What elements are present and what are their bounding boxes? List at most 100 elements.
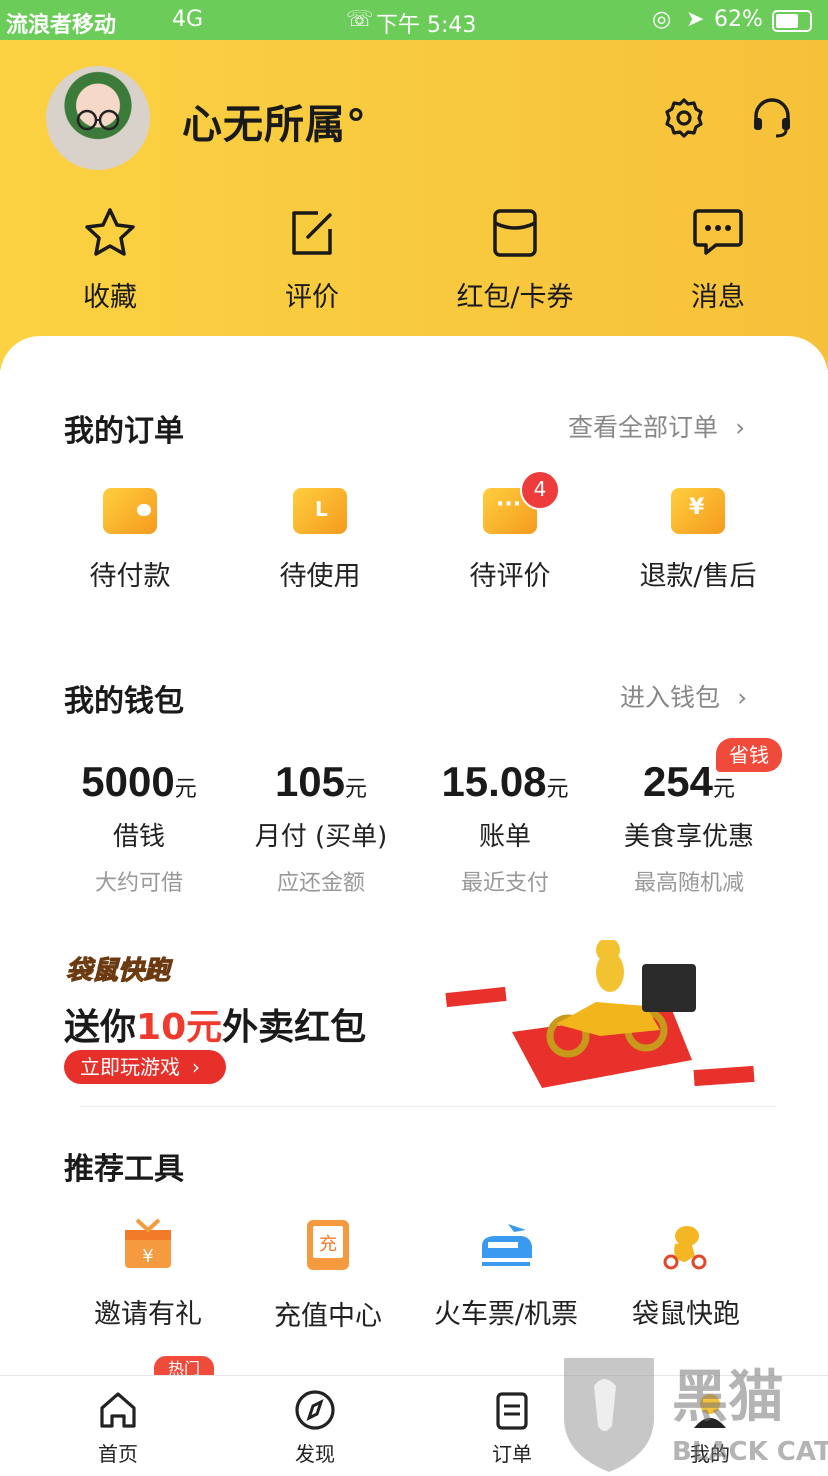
chevron-right-icon: › — [735, 413, 746, 442]
recharge-icon: 充 — [307, 1220, 349, 1270]
banner-headline: 送你10元外卖红包 — [64, 998, 366, 1050]
divider — [80, 1106, 776, 1107]
kangaroo-icon — [663, 1226, 707, 1270]
svg-text:BLACK CAT: BLACK CAT — [672, 1437, 828, 1467]
wallet-item-borrow[interactable]: 5000元 借钱 大约可借 — [54, 758, 224, 897]
order-pending-payment[interactable]: 待付款 — [50, 488, 210, 593]
wallet-amount: 105 — [274, 758, 346, 805]
tab-discover[interactable]: 发现 — [255, 1388, 375, 1467]
order-to-review[interactable]: ··· 待评价 — [430, 488, 590, 593]
quick-action-label: 红包/卡券 — [456, 282, 574, 313]
order-label: 退款/售后 — [639, 561, 757, 592]
banner-headline-prefix: 送你 — [64, 1007, 137, 1048]
svg-text:充: 充 — [319, 1234, 337, 1255]
battery-icon — [772, 10, 812, 32]
wallet-icon — [103, 488, 157, 534]
tools-title: 推荐工具 — [64, 1152, 184, 1187]
wallet-amount: 254 — [642, 758, 714, 805]
quick-action-favorites[interactable]: 收藏 — [40, 205, 180, 314]
tool-label: 袋鼠快跑 — [632, 1299, 740, 1330]
banner-headline-amount: 10元 — [136, 1007, 223, 1048]
wallet-label: 月付 (买单) — [254, 822, 388, 852]
chevron-right-icon: › — [737, 683, 748, 712]
wallet-sublabel: 应还金额 — [276, 871, 365, 896]
customer-service-button[interactable] — [750, 96, 794, 144]
wallet-item-food-discount[interactable]: 254元 美食享优惠 最高随机减 — [604, 758, 774, 897]
tool-invite[interactable]: ¥ 邀请有礼 — [58, 1218, 238, 1331]
tab-label: 订单 — [492, 1442, 532, 1466]
order-label: 待使用 — [279, 561, 361, 592]
tool-train-flight[interactable]: 火车票/机票 — [416, 1218, 596, 1331]
wallet-amount: 5000 — [81, 758, 175, 805]
wallet-label: 账单 — [478, 822, 531, 852]
save-money-badge: 省钱 — [716, 738, 782, 772]
tab-orders[interactable]: 订单 — [452, 1388, 572, 1467]
tab-label: 发现 — [295, 1442, 335, 1466]
orders-icon — [496, 1392, 528, 1430]
order-refund[interactable]: ¥ 退款/售后 — [618, 488, 778, 593]
gift-icon: ¥ — [125, 1218, 171, 1268]
quick-action-label: 评价 — [285, 282, 339, 313]
cat-shield-logo: 黑猫 BLACK CAT — [564, 1358, 828, 1472]
quick-action-label: 收藏 — [83, 282, 137, 313]
wallet-sublabel: 最高随机减 — [633, 871, 744, 896]
wallet-amount: 15.08 — [441, 758, 547, 805]
black-cat-watermark: 黑猫 BLACK CAT — [560, 1356, 828, 1472]
order-label: 待评价 — [469, 561, 551, 592]
wallet-label: 美食享优惠 — [623, 822, 754, 852]
headset-icon — [754, 98, 790, 138]
gear-icon — [665, 98, 703, 138]
currency-unit: 元 — [546, 776, 569, 801]
wallet-title: 我的钱包 — [64, 684, 184, 719]
tool-recharge[interactable]: 充 充值中心 — [238, 1218, 418, 1333]
location-icon: ➤ — [686, 7, 705, 32]
tool-kangaroo-run[interactable]: 袋鼠快跑 — [596, 1218, 776, 1331]
wallet-label: 借钱 — [112, 822, 165, 852]
quick-action-label: 消息 — [691, 282, 745, 313]
order-to-use[interactable]: L 待使用 — [240, 488, 400, 593]
banner-game-logo: 袋鼠快跑 — [65, 956, 171, 987]
banner-headline-suffix: 外卖红包 — [222, 1007, 367, 1048]
username[interactable]: 心无所属° — [182, 92, 367, 150]
home-icon — [100, 1392, 136, 1428]
quick-action-messages[interactable]: 消息 — [648, 205, 788, 314]
tool-label: 邀请有礼 — [94, 1299, 202, 1330]
enter-wallet-label: 进入钱包 — [620, 683, 721, 712]
tab-home[interactable]: 首页 — [58, 1388, 178, 1467]
svg-text:黑猫: 黑猫 — [672, 1365, 784, 1430]
star-icon — [85, 208, 135, 256]
refund-icon: ¥ — [671, 488, 725, 534]
status-bar: 流浪者移动 4G ☏ 下午 5:43 ◎ ➤ 62% — [0, 0, 828, 40]
svg-text:¥: ¥ — [142, 1246, 153, 1267]
quick-action-reviews[interactable]: 评价 — [242, 205, 382, 314]
edit-icon — [292, 211, 332, 255]
battery-label: 62% — [714, 7, 763, 32]
view-all-orders-link[interactable]: 查看全部订单 › — [568, 408, 745, 444]
time-label: 下午 5:43 — [376, 13, 477, 38]
wallet-item-monthly-pay[interactable]: 105元 月付 (买单) 应还金额 — [236, 758, 406, 897]
settings-button[interactable] — [662, 96, 706, 144]
tool-label: 火车票/机票 — [433, 1299, 579, 1330]
play-game-button[interactable]: 立即玩游戏 › — [64, 1050, 226, 1084]
currency-unit: 元 — [713, 776, 736, 801]
phone-icon: ☏ — [346, 7, 374, 32]
view-all-orders-label: 查看全部订单 — [568, 413, 719, 442]
network-label: 4G — [172, 7, 204, 32]
currency-unit: 元 — [345, 776, 368, 801]
review-count-badge: 4 — [520, 470, 560, 510]
avatar[interactable] — [46, 66, 150, 170]
tab-label: 首页 — [98, 1442, 138, 1466]
wallet-item-bill[interactable]: 15.08元 账单 最近支付 — [420, 758, 590, 897]
enter-wallet-link[interactable]: 进入钱包 › — [620, 678, 747, 714]
wallet-sublabel: 最近支付 — [460, 871, 549, 896]
play-game-label: 立即玩游戏 — [80, 1055, 180, 1079]
currency-unit: 元 — [174, 776, 197, 801]
compass-icon — [295, 1390, 335, 1430]
ticket-icon: L — [293, 488, 347, 534]
carrier-label: 流浪者移动 — [6, 13, 117, 38]
coupon-icon — [493, 209, 537, 257]
quick-action-coupons[interactable]: 红包/卡券 — [445, 205, 585, 314]
tool-label: 充值中心 — [274, 1301, 382, 1332]
message-icon — [693, 209, 743, 255]
train-icon — [482, 1224, 532, 1266]
